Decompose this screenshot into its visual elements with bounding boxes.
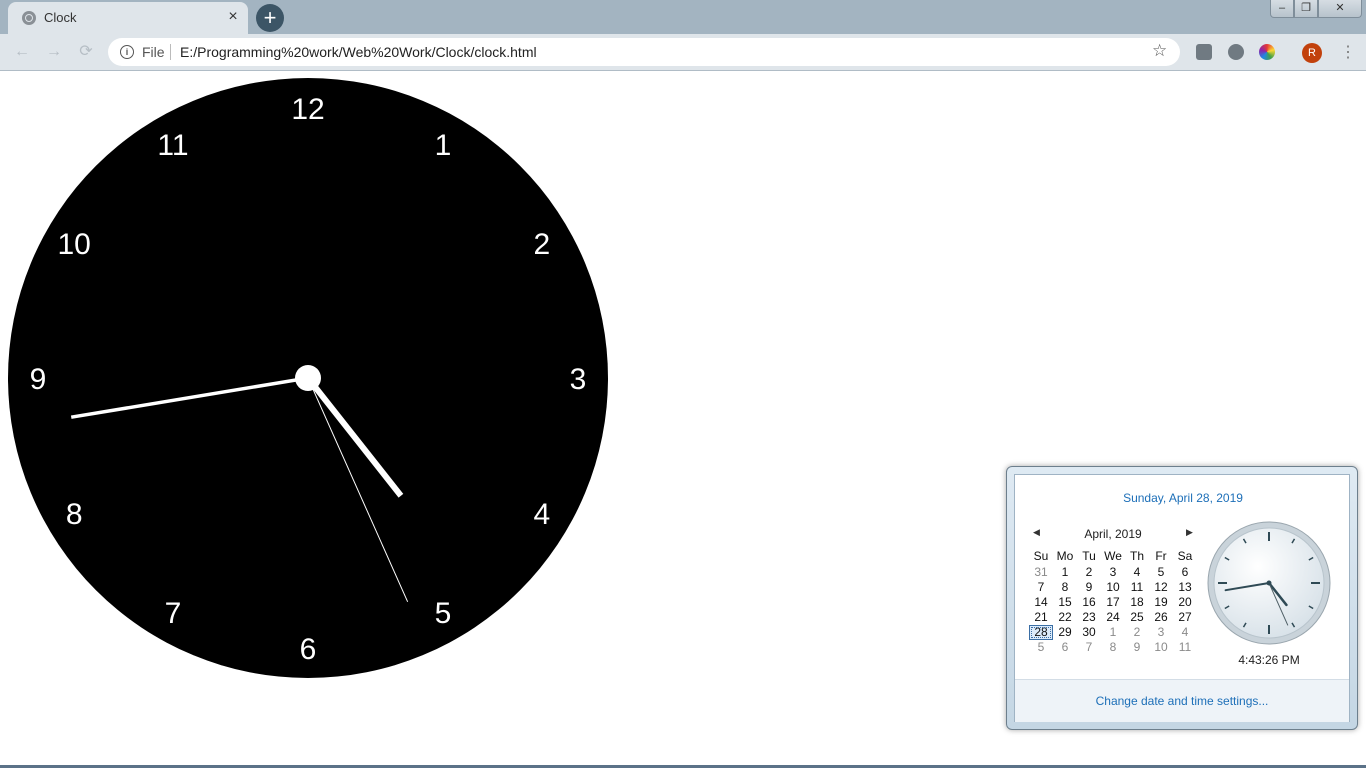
- calendar-day[interactable]: 9: [1077, 580, 1101, 594]
- clock-numeral: 3: [570, 363, 587, 396]
- calendar-day[interactable]: 27: [1173, 610, 1197, 624]
- calendar-day[interactable]: 3: [1149, 625, 1173, 639]
- clock-center-pin: [295, 365, 321, 391]
- time-label: 4:43:26 PM: [1238, 653, 1300, 667]
- calendar-day[interactable]: 18: [1125, 595, 1149, 609]
- calendar-day[interactable]: 1: [1101, 625, 1125, 639]
- clock-numeral: 10: [57, 228, 90, 261]
- calendar-day[interactable]: 8: [1101, 640, 1125, 654]
- weekday-header: Fr: [1155, 549, 1167, 563]
- weekday-header: Tu: [1082, 549, 1096, 563]
- calendar-day[interactable]: 23: [1077, 610, 1101, 624]
- calendar-day[interactable]: 9: [1125, 640, 1149, 654]
- mini-analog-clock: [1207, 521, 1331, 645]
- clock-numeral: 7: [165, 597, 182, 630]
- calendar-day[interactable]: 11: [1125, 580, 1149, 594]
- date-time-popup: Sunday, April 28, 2019 ◀ April, 2019 ▶ S…: [1006, 466, 1358, 730]
- calendar-day[interactable]: 6: [1053, 640, 1077, 654]
- clock-numeral: 11: [157, 129, 188, 162]
- weekday-header: Th: [1129, 549, 1144, 563]
- back-icon[interactable]: ←: [12, 42, 32, 62]
- calendar-day[interactable]: 7: [1077, 640, 1101, 654]
- mini-center-pin: [1266, 580, 1272, 586]
- gear-icon[interactable]: [1228, 44, 1244, 60]
- clock-numeral: 6: [300, 633, 317, 666]
- weekday-header: Sa: [1177, 549, 1193, 563]
- clock-numeral: 9: [30, 363, 47, 396]
- calendar-day[interactable]: 30: [1077, 625, 1101, 639]
- calendar-day[interactable]: 10: [1149, 640, 1173, 654]
- next-month-icon[interactable]: ▶: [1186, 527, 1193, 538]
- calendar-day[interactable]: 11: [1173, 640, 1197, 654]
- calendar-day[interactable]: 4: [1125, 565, 1149, 579]
- month-label[interactable]: April, 2019: [1055, 527, 1171, 541]
- reload-icon[interactable]: ⟳: [76, 42, 96, 62]
- change-settings-link[interactable]: Change date and time settings...: [1015, 694, 1349, 708]
- popup-footer: Change date and time settings...: [1015, 679, 1349, 722]
- calendar-day[interactable]: 4: [1173, 625, 1197, 639]
- title-bar: Clock × + ‒ ❐ ✕: [0, 0, 1366, 34]
- tab-close-icon[interactable]: ×: [224, 8, 242, 26]
- weekday-header: Mo: [1056, 549, 1074, 563]
- calendar-day[interactable]: 5: [1029, 640, 1053, 654]
- calendar-day[interactable]: 12: [1149, 580, 1173, 594]
- calendar-day[interactable]: 7: [1029, 580, 1053, 594]
- browser-toolbar: ← → ⟳ i File E:/Programming%20work/Web%2…: [0, 34, 1366, 71]
- calendar-day[interactable]: 16: [1077, 595, 1101, 609]
- cube-icon[interactable]: [1196, 44, 1212, 60]
- calendar-day[interactable]: 28: [1029, 625, 1053, 640]
- clock-numeral: 5: [435, 597, 452, 630]
- restore-button[interactable]: ❐: [1294, 0, 1318, 18]
- info-icon[interactable]: i: [120, 45, 134, 59]
- address-bar[interactable]: i File E:/Programming%20work/Web%20Work/…: [108, 38, 1180, 66]
- clock-numeral: 4: [533, 498, 550, 531]
- scheme-label: File: [142, 44, 165, 60]
- calendar-day[interactable]: 20: [1173, 595, 1197, 609]
- calendar-day[interactable]: 2: [1125, 625, 1149, 639]
- calendar-day[interactable]: 5: [1149, 565, 1173, 579]
- calendar-day[interactable]: 15: [1053, 595, 1077, 609]
- clock-numeral: 1: [435, 129, 452, 162]
- globe-icon: [22, 11, 36, 25]
- calendar-day[interactable]: 22: [1053, 610, 1077, 624]
- address-divider: [170, 44, 171, 60]
- calendar-day[interactable]: 1: [1053, 565, 1077, 579]
- clock-numeral: 8: [66, 498, 83, 531]
- weekday-header: We: [1104, 549, 1122, 563]
- tab-title: Clock: [44, 10, 77, 25]
- url-text[interactable]: E:/Programming%20work/Web%20Work/Clock/c…: [180, 44, 537, 60]
- minimize-button[interactable]: ‒: [1270, 0, 1294, 18]
- bookmark-star-icon[interactable]: ☆: [1152, 41, 1167, 61]
- browser-tab[interactable]: Clock ×: [8, 2, 248, 34]
- clock-numeral: 12: [291, 93, 324, 126]
- calendar-day[interactable]: 10: [1101, 580, 1125, 594]
- calendar-day[interactable]: 3: [1101, 565, 1125, 579]
- weekday-header: Su: [1033, 549, 1049, 563]
- calendar-day[interactable]: 24: [1101, 610, 1125, 624]
- long-date-link[interactable]: Sunday, April 28, 2019: [1015, 491, 1351, 505]
- calendar-day[interactable]: 26: [1149, 610, 1173, 624]
- calendar-day[interactable]: 8: [1053, 580, 1077, 594]
- calendar-day[interactable]: 29: [1053, 625, 1077, 639]
- menu-icon[interactable]: ⋮: [1340, 42, 1356, 62]
- clock-numeral: 2: [533, 228, 550, 261]
- calendar-day[interactable]: 21: [1029, 610, 1053, 624]
- calendar-day[interactable]: 13: [1173, 580, 1197, 594]
- calendar-day[interactable]: 25: [1125, 610, 1149, 624]
- color-picker-icon[interactable]: [1259, 44, 1275, 60]
- prev-month-icon[interactable]: ◀: [1033, 527, 1040, 538]
- calendar-day[interactable]: 6: [1173, 565, 1197, 579]
- close-window-button[interactable]: ✕: [1318, 0, 1362, 18]
- popup-panel: Sunday, April 28, 2019 ◀ April, 2019 ▶ S…: [1014, 474, 1350, 722]
- analog-clock: 121234567891011: [8, 78, 608, 678]
- new-tab-button[interactable]: +: [256, 4, 284, 32]
- avatar[interactable]: R: [1302, 43, 1322, 63]
- calendar-day[interactable]: 14: [1029, 595, 1053, 609]
- calendar-day[interactable]: 17: [1101, 595, 1125, 609]
- calendar-day[interactable]: 2: [1077, 565, 1101, 579]
- forward-icon[interactable]: →: [44, 42, 64, 62]
- calendar-day[interactable]: 31: [1029, 565, 1053, 579]
- calendar-day[interactable]: 19: [1149, 595, 1173, 609]
